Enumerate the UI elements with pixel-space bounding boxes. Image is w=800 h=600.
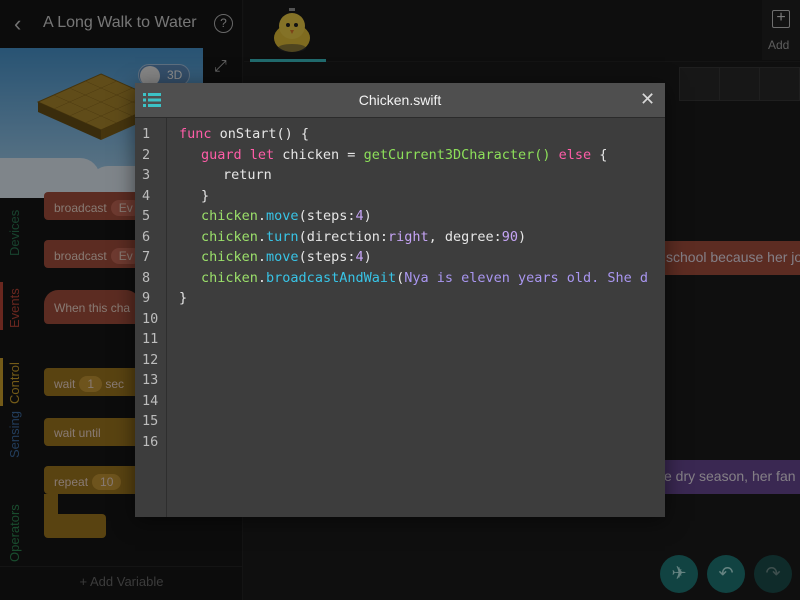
- identifier: chicken: [201, 228, 258, 245]
- code-line: 7 chicken.move(steps:4): [135, 247, 665, 268]
- code-line: 10: [135, 309, 665, 330]
- line-number: 14: [142, 392, 159, 409]
- line-number: 9: [142, 290, 151, 306]
- number-literal: 90: [501, 228, 519, 245]
- code-line: 6 chicken.turn(direction:right, degree:90…: [135, 227, 665, 248]
- code-text: ): [518, 228, 527, 245]
- line-number: 15: [142, 413, 159, 429]
- line-number: 4: [142, 187, 151, 204]
- line-number: 1: [142, 126, 151, 142]
- line-number: 8: [142, 269, 151, 286]
- line-number: 11: [142, 331, 159, 347]
- code-area[interactable]: 1 func onStart() { 2 guard let chicken = g…: [135, 124, 665, 452]
- code-text: chicken =: [274, 146, 364, 163]
- code-text: onStart() {: [211, 126, 310, 142]
- method-name: broadcastAndWait: [266, 269, 397, 286]
- code-line: 2 guard let chicken = getCurrent3DCharact…: [135, 145, 665, 166]
- code-line: 15: [135, 411, 665, 432]
- code-text: }: [179, 290, 188, 306]
- code-text: return: [223, 167, 272, 183]
- code-text: {: [591, 146, 608, 163]
- number-literal: 4: [355, 249, 364, 265]
- identifier: chicken: [201, 208, 258, 224]
- code-line: 13: [135, 370, 665, 391]
- code-text: (steps:: [298, 208, 356, 224]
- code-text: (direction:: [298, 228, 388, 245]
- code-line: 12: [135, 350, 665, 371]
- code-text: (steps:: [298, 249, 356, 265]
- code-line: 16: [135, 432, 665, 453]
- code-text: (: [396, 269, 405, 286]
- code-line: 4}: [135, 186, 665, 207]
- close-icon[interactable]: ✕: [640, 89, 655, 110]
- line-number: 7: [142, 249, 151, 265]
- line-number: 16: [142, 433, 159, 450]
- identifier: chicken: [201, 269, 258, 286]
- keyword: guard let: [201, 146, 275, 163]
- identifier: chicken: [201, 249, 258, 265]
- keyword: else: [550, 146, 592, 163]
- code-line: 5 chicken.move(steps:4): [135, 206, 665, 227]
- line-number: 3: [142, 167, 151, 183]
- keyword: func: [179, 126, 212, 142]
- code-text: , degree:: [428, 228, 502, 245]
- code-line: 14: [135, 391, 665, 412]
- number-literal: 4: [355, 208, 364, 224]
- dialog-title: Chicken.swift: [358, 92, 442, 108]
- line-number: 10: [142, 310, 159, 327]
- code-line: 3 return: [135, 165, 665, 186]
- code-line: 1 func onStart() {: [135, 124, 665, 145]
- code-line: 11: [135, 329, 665, 350]
- code-text: ): [363, 208, 372, 224]
- code-line: 9}: [135, 288, 665, 309]
- dialog-header: Chicken.swift ✕: [135, 83, 665, 118]
- enum-literal: right: [387, 228, 429, 245]
- function-call: getCurrent3DCharacter(): [363, 146, 551, 163]
- line-number: 2: [142, 146, 151, 163]
- line-number: 13: [142, 372, 159, 388]
- code-viewer-dialog: Chicken.swift ✕ 1 func onStart() { 2 guard…: [135, 83, 665, 517]
- method-name: move: [266, 249, 299, 265]
- method-name: turn: [266, 228, 299, 245]
- line-number: 6: [142, 228, 151, 245]
- line-number: 5: [142, 208, 151, 224]
- code-text: }: [201, 187, 210, 204]
- line-number: 12: [142, 351, 159, 368]
- string-literal: Nya is eleven years old. She d: [404, 269, 649, 286]
- code-text: ): [363, 249, 372, 265]
- code-line: 8 chicken.broadcastAndWait(Nya is eleven …: [135, 268, 665, 289]
- method-name: move: [266, 208, 299, 224]
